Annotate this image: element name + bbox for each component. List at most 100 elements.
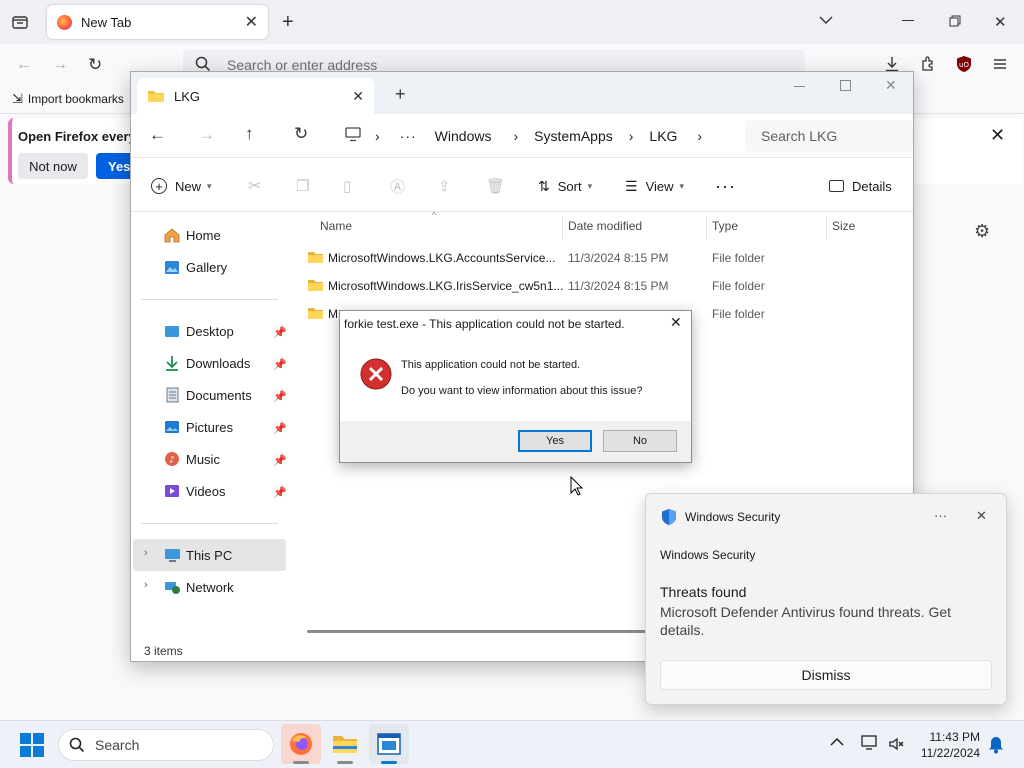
yes-button[interactable]: Yes xyxy=(518,430,592,452)
start-button-windows-icon[interactable] xyxy=(20,733,44,757)
nav-label: Pictures xyxy=(186,419,233,435)
close-tab-icon[interactable]: ✕ xyxy=(245,12,258,32)
nav-item-documents[interactable]: Documents xyxy=(163,381,252,409)
horizontal-scrollbar[interactable] xyxy=(307,630,647,633)
security-notification[interactable]: Windows Security ··· ✕ Windows Security … xyxy=(645,493,1007,705)
details-button[interactable]: Details xyxy=(829,172,892,200)
pin-icon[interactable]: 📌 xyxy=(273,358,287,371)
taskbar-file-explorer[interactable] xyxy=(325,724,365,764)
expand-chevron-icon[interactable]: › xyxy=(144,547,148,559)
settings-gear-icon[interactable]: ⚙ xyxy=(974,221,990,242)
pin-icon[interactable]: 📌 xyxy=(273,454,287,467)
share-icon[interactable]: ⇪ xyxy=(438,172,451,200)
taskbar-search[interactable]: Search xyxy=(58,729,274,761)
close-tab-icon[interactable]: ✕ xyxy=(352,88,364,105)
breadcrumb-item-windows[interactable]: Windows xyxy=(435,128,492,144)
pin-icon[interactable]: 📌 xyxy=(273,422,287,435)
folder-icon xyxy=(308,280,323,291)
column-header-size[interactable]: Size xyxy=(832,219,855,233)
close-icon[interactable]: ✕ xyxy=(976,508,987,524)
extensions-icon[interactable] xyxy=(920,55,937,72)
folder-icon xyxy=(333,736,357,753)
nav-item-gallery[interactable]: Gallery xyxy=(163,253,227,281)
dismiss-button[interactable]: Dismiss xyxy=(660,660,992,690)
table-row[interactable]: MicrosoftWindows.LKG.IrisService_cw5n1..… xyxy=(307,272,907,300)
nav-item-music[interactable]: ♪ Music xyxy=(163,445,220,473)
copy-icon[interactable]: ❐ xyxy=(296,172,309,200)
taskbar-error-app[interactable] xyxy=(369,724,409,764)
reload-icon[interactable]: ↻ xyxy=(88,55,102,75)
rename-icon[interactable]: Ⓐ xyxy=(390,172,405,200)
up-icon[interactable]: ↑ xyxy=(245,124,254,144)
table-row[interactable]: MicrosoftWindows.LKG.AccountsService... … xyxy=(307,244,907,272)
window-close-icon[interactable]: ✕ xyxy=(994,13,1007,31)
firefox-tab-list-icon[interactable] xyxy=(11,13,29,31)
nav-item-desktop[interactable]: Desktop xyxy=(163,317,234,345)
new-tab-icon[interactable]: + xyxy=(395,84,406,105)
new-tab-icon[interactable]: + xyxy=(282,11,294,34)
list-all-tabs-icon[interactable] xyxy=(818,14,834,26)
nav-label: Desktop xyxy=(186,323,234,339)
nav-item-downloads[interactable]: Downloads xyxy=(163,349,250,377)
import-bookmarks-link[interactable]: ⇲ Import bookmarks xyxy=(12,91,124,107)
close-window-icon[interactable]: ✕ xyxy=(885,77,897,94)
home-icon xyxy=(163,226,181,244)
pin-icon[interactable]: 📌 xyxy=(273,326,287,339)
column-header-name[interactable]: Name xyxy=(320,219,352,233)
nav-item-home[interactable]: Home xyxy=(163,221,221,249)
network-status-icon[interactable] xyxy=(861,735,879,751)
dialog-question: Do you want to view information about th… xyxy=(401,385,643,397)
back-icon[interactable]: ← xyxy=(16,56,32,74)
this-pc-path-icon[interactable] xyxy=(344,127,362,142)
shield-icon xyxy=(661,508,677,526)
app-menu-icon[interactable] xyxy=(993,58,1007,70)
nav-item-network[interactable]: Network xyxy=(163,573,234,601)
more-options-icon[interactable]: ··· xyxy=(715,172,736,200)
window-minimize-icon[interactable] xyxy=(902,20,914,21)
paste-icon[interactable]: ▯ xyxy=(343,172,351,200)
column-header-type[interactable]: Type xyxy=(712,219,738,233)
clock-date[interactable]: 11/22/2024 xyxy=(908,746,980,760)
window-restore-icon[interactable] xyxy=(949,15,961,27)
sort-icon: ⇅ xyxy=(538,177,550,194)
details-label: Details xyxy=(852,178,892,194)
pin-icon[interactable]: 📌 xyxy=(273,390,287,403)
forward-icon[interactable]: → xyxy=(198,125,215,145)
breadcrumb-item-systemapps[interactable]: SystemApps xyxy=(534,128,613,144)
breadcrumb-overflow-icon[interactable]: ··· xyxy=(400,128,417,144)
show-hidden-icons-chevron-icon[interactable] xyxy=(830,737,844,747)
new-button[interactable]: + New ▾ xyxy=(151,172,212,200)
more-options-icon[interactable]: ··· xyxy=(934,508,947,523)
column-header-date[interactable]: Date modified xyxy=(568,219,642,233)
mouse-cursor-icon xyxy=(570,476,584,496)
not-now-button[interactable]: Not now xyxy=(18,153,88,179)
refresh-icon[interactable]: ↻ xyxy=(294,124,308,144)
search-box[interactable]: Search LKG xyxy=(745,120,913,152)
delete-icon[interactable]: 🗑 xyxy=(486,172,505,200)
minimize-icon[interactable] xyxy=(794,86,805,87)
no-button[interactable]: No xyxy=(603,430,677,452)
breadcrumb-item-lkg[interactable]: LKG xyxy=(649,128,677,144)
ublock-origin-icon[interactable]: uO xyxy=(956,55,972,73)
dialog-close-icon[interactable]: ✕ xyxy=(670,314,682,331)
pin-icon[interactable]: 📌 xyxy=(273,486,287,499)
volume-muted-icon[interactable] xyxy=(888,736,904,752)
taskbar-firefox[interactable] xyxy=(281,724,321,764)
close-banner-icon[interactable]: ✕ xyxy=(990,125,1005,146)
sort-button[interactable]: ⇅ Sort ▾ xyxy=(538,172,592,200)
firefox-tab[interactable]: New Tab ✕ xyxy=(47,5,268,39)
clock-time[interactable]: 11:43 PM xyxy=(918,730,980,744)
back-icon[interactable]: ← xyxy=(149,125,166,145)
nav-item-videos[interactable]: Videos xyxy=(163,477,226,505)
maximize-icon[interactable] xyxy=(840,80,851,91)
nav-item-this-pc[interactable]: This PC xyxy=(163,541,232,569)
downloads-icon[interactable] xyxy=(884,56,900,72)
forward-icon[interactable]: → xyxy=(52,56,68,74)
nav-item-pictures[interactable]: Pictures xyxy=(163,413,233,441)
explorer-tab[interactable]: LKG ✕ xyxy=(137,78,374,114)
taskbar-running-indicator xyxy=(293,761,309,764)
expand-chevron-icon[interactable]: › xyxy=(144,579,148,591)
notification-bell-icon[interactable] xyxy=(988,736,1004,754)
cut-icon[interactable]: ✂ xyxy=(248,172,261,200)
view-button[interactable]: ☰ View ▾ xyxy=(625,172,684,200)
